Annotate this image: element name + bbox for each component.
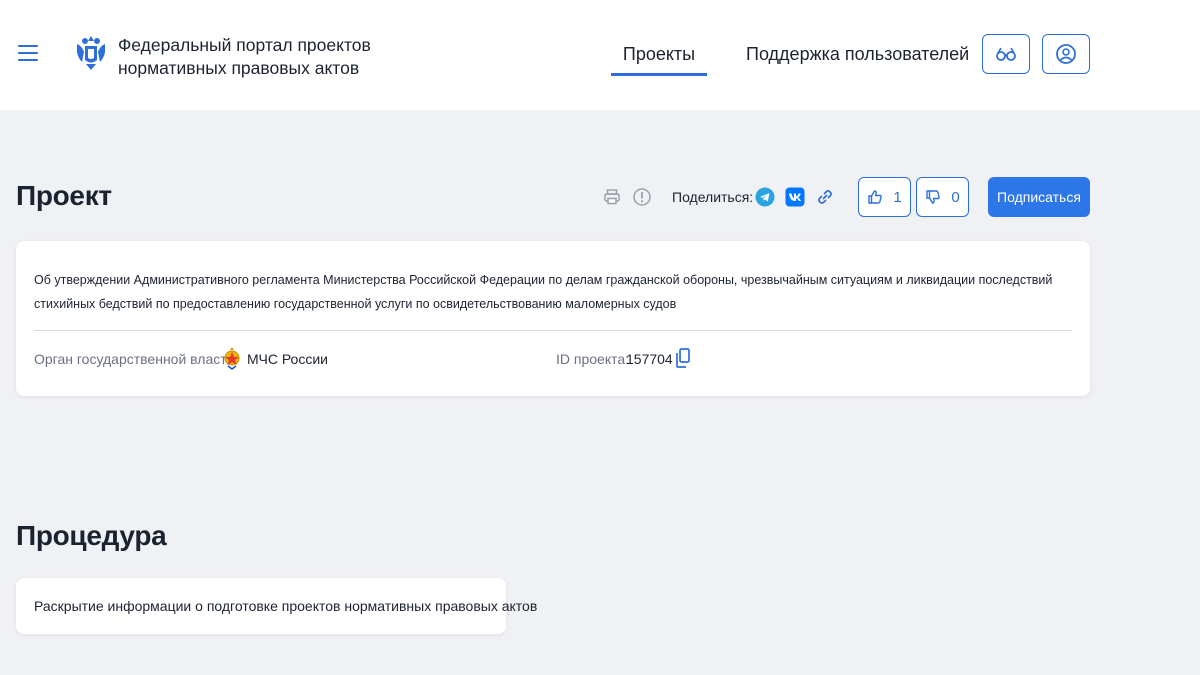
print-icon[interactable] [601,186,623,208]
copy-link-icon[interactable] [814,186,836,208]
nav-user-support[interactable]: Поддержка пользователей [746,44,969,65]
authority-label: Орган государственной власти: [34,351,239,367]
project-section-title: Проект [16,180,112,211]
portal-title[interactable]: Федеральный портал проектов нормативных … [118,34,378,80]
project-id-label: ID проекта: [556,351,630,367]
mchs-emblem-icon [222,346,242,370]
account-button[interactable] [1042,34,1090,74]
glasses-icon [996,47,1016,61]
dislike-button[interactable]: 0 [916,177,969,217]
vk-icon[interactable] [784,186,806,208]
site-header: Федеральный портал проектов нормативных … [0,0,1200,110]
accessibility-button[interactable] [982,34,1030,74]
procedure-text: Раскрытие информации о подготовке проект… [34,598,538,614]
project-description: Об утверждении Административного регламе… [34,273,1053,311]
dislike-count: 0 [951,188,960,206]
portal-title-line2: нормативных правовых актов [118,58,360,78]
authority-value[interactable]: МЧС России [247,351,328,367]
report-issue-icon[interactable] [631,186,653,208]
like-button[interactable]: 1 [858,177,911,217]
thumbs-up-icon [868,190,883,204]
thumbs-down-icon [926,190,941,204]
project-card: Об утверждении Административного регламе… [16,241,1090,396]
portal-title-line1: Федеральный портал проектов [118,35,371,55]
like-count: 1 [893,188,902,206]
procedure-card: Раскрытие информации о подготовке проект… [16,578,537,634]
subscribe-button[interactable]: Подписаться [988,177,1090,217]
telegram-icon[interactable] [754,186,776,208]
user-icon [1056,44,1076,64]
project-id-value: 157704 [626,351,673,367]
procedure-section-title: Процедура [16,520,167,551]
hamburger-menu-icon[interactable] [18,45,38,61]
coat-of-arms-icon[interactable] [74,32,108,74]
divider [34,330,1072,331]
nav-active-indicator [611,73,707,76]
nav-projects[interactable]: Проекты [611,44,707,65]
copy-id-icon[interactable] [675,347,691,369]
share-label: Поделиться: [672,189,754,205]
